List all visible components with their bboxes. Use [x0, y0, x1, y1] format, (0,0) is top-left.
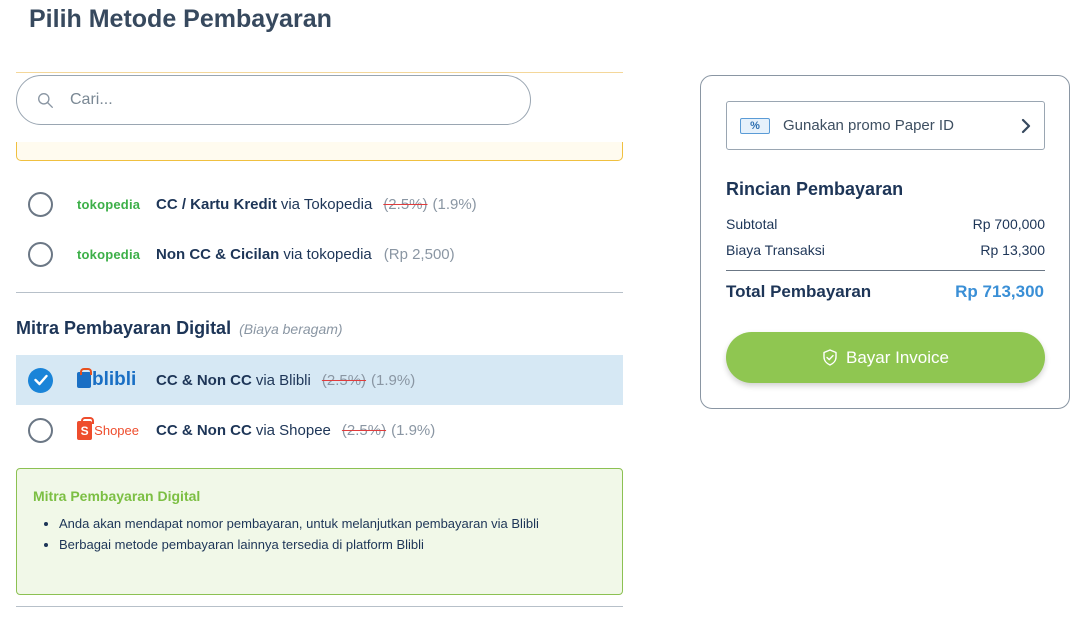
- subtotal-label: Subtotal: [726, 216, 778, 232]
- payment-option-name: Non CC & Cicilan via tokopedia: [156, 246, 372, 263]
- payment-option-name: CC & Non CC via Shopee: [156, 422, 331, 439]
- promo-label: Gunakan promo Paper ID: [783, 117, 954, 134]
- total-label: Total Pembayaran: [726, 282, 872, 301]
- fee-new: (1.9%): [432, 195, 477, 213]
- promo-button[interactable]: % Gunakan promo Paper ID: [726, 101, 1045, 150]
- section-divider: [16, 606, 623, 607]
- fee-old: (2.5%): [341, 421, 387, 439]
- page-title: Pilih Metode Pembayaran: [29, 5, 332, 33]
- total-value: Rp 713,300: [955, 282, 1044, 301]
- fee-old: (2.5%): [383, 195, 428, 213]
- payment-option-via: via Tokopedia: [280, 195, 373, 213]
- summary-divider: [726, 270, 1045, 271]
- tokopedia-logo: tokopedia: [77, 246, 141, 262]
- payment-summary-card: % Gunakan promo Paper ID Rincian Pembaya…: [700, 75, 1070, 409]
- payment-option-shopee[interactable]: S Shopee CC & Non CC via Shopee (2.5%) (1.…: [16, 405, 623, 455]
- payment-option-title: CC / Kartu Kredit: [156, 195, 277, 213]
- fee-new: (1.9%): [391, 421, 436, 439]
- chevron-right-icon: [1021, 118, 1031, 134]
- payment-option-name: CC & Non CC via Blibli: [156, 372, 311, 389]
- info-title: Mitra Pembayaran Digital: [33, 488, 201, 504]
- payment-option-tokopedia-noncc[interactable]: tokopedia Non CC & Cicilan via tokopedia …: [16, 229, 623, 279]
- radio-button[interactable]: [28, 417, 53, 443]
- promo-ticket-icon: %: [740, 117, 770, 134]
- notice-strip: [16, 142, 623, 161]
- check-icon: [33, 374, 48, 386]
- subtotal-value: Rp 700,000: [972, 216, 1045, 232]
- fee-old: (2.5%): [321, 371, 367, 389]
- payment-option-title: CC & Non CC: [156, 371, 252, 389]
- pay-button-label: Bayar Invoice: [846, 347, 949, 367]
- info-list-item: Berbagai metode pembayaran lainnya terse…: [59, 534, 606, 555]
- fee-value: Rp 13,300: [980, 242, 1045, 258]
- payment-option-title: Non CC & Cicilan: [156, 245, 280, 263]
- blibli-bag-icon: [77, 368, 92, 388]
- fee-new: (1.9%): [371, 371, 416, 389]
- payment-option-via: via Blibli: [255, 371, 311, 389]
- fee-label: Biaya Transaksi: [726, 242, 825, 258]
- payment-option-title: CC & Non CC: [156, 421, 252, 439]
- shopee-bag-icon: S: [77, 416, 95, 440]
- radio-button[interactable]: [28, 191, 53, 217]
- search-icon: [38, 92, 53, 108]
- section-title-digital: Mitra Pembayaran Digital (Biaya beragam): [16, 318, 343, 339]
- pay-invoice-button[interactable]: Bayar Invoice: [726, 332, 1045, 383]
- fee-row: Biaya Transaksi Rp 13,300: [726, 242, 1045, 258]
- radio-button-checked[interactable]: [28, 367, 53, 393]
- section-note: (Biaya beragam): [239, 321, 343, 337]
- blibli-logo-text: blibli: [92, 369, 137, 390]
- tokopedia-logo: tokopedia: [77, 196, 141, 212]
- search-box[interactable]: [16, 75, 531, 125]
- blibli-logo: blibli: [77, 368, 139, 391]
- radio-button[interactable]: [28, 241, 53, 267]
- search-input[interactable]: [70, 91, 450, 109]
- payment-option-name: CC / Kartu Kredit via Tokopedia: [156, 196, 372, 213]
- shopee-logo: S Shopee: [77, 416, 139, 440]
- breakdown-title: Rincian Pembayaran: [726, 179, 904, 199]
- payment-option-tokopedia-cc[interactable]: tokopedia CC / Kartu Kredit via Tokopedia…: [16, 179, 623, 229]
- fee-flat: (Rp 2,500): [383, 245, 455, 263]
- payment-option-via: via tokopedia: [283, 245, 372, 263]
- shopee-logo-text: Shopee: [94, 422, 139, 438]
- payment-option-via: via Shopee: [255, 421, 331, 439]
- info-list: Anda akan mendapat nomor pembayaran, unt…: [33, 513, 606, 555]
- section-title-text: Mitra Pembayaran Digital: [16, 318, 232, 338]
- shield-check-icon: [823, 349, 837, 366]
- section-divider: [16, 292, 623, 293]
- info-box: Mitra Pembayaran Digital Anda akan menda…: [16, 468, 623, 595]
- subtotal-row: Subtotal Rp 700,000: [726, 216, 1045, 232]
- top-divider: [16, 72, 623, 73]
- info-list-item: Anda akan mendapat nomor pembayaran, unt…: [59, 513, 606, 534]
- payment-option-blibli[interactable]: blibli CC & Non CC via Blibli (2.5%) (1.9…: [16, 355, 623, 405]
